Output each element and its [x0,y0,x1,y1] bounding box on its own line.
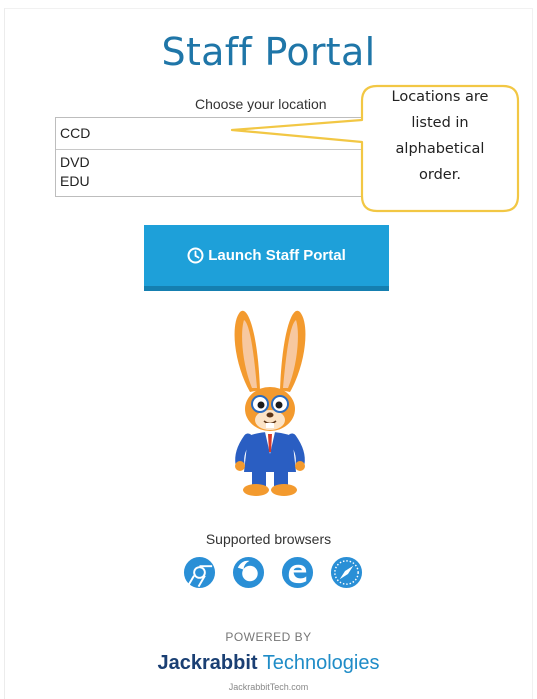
location-label: Choose your location [195,96,327,112]
jackrabbit-logo: Jackrabbit Technologies [0,652,537,675]
location-option-label: CCD [60,125,91,141]
supported-browsers-label: Supported browsers [205,531,332,547]
safari-icon [330,556,363,589]
brand-name: Jackrabbit [157,652,258,674]
location-option[interactable]: DVD [60,154,90,170]
chrome-icon [183,556,216,589]
callout-text: Locations are listed in alphabetical ord… [362,84,518,188]
launch-button-label: Launch Staff Portal [208,247,346,264]
firefox-icon [232,556,265,589]
callout-line: alphabetical [395,141,485,157]
clock-icon [187,247,204,264]
brand-suffix: Technologies [262,652,380,674]
callout-line: listed in [411,115,469,131]
launch-staff-portal-button[interactable]: Launch Staff Portal [144,225,389,291]
callout-line: Locations are [391,89,489,105]
site-url: JackrabbitTech.com [228,682,309,692]
location-option[interactable]: EDU [60,173,90,189]
edge-icon [281,556,314,589]
page-title: Staff Portal [161,30,376,74]
browser-icons [183,556,363,590]
callout-line: order. [419,167,461,183]
location-listbox[interactable]: CCD DVD EDU [55,117,375,197]
location-option-selected[interactable]: CCD [56,118,374,150]
jackrabbit-mascot-icon [234,310,306,496]
powered-by-label: POWERED BY [225,630,312,644]
